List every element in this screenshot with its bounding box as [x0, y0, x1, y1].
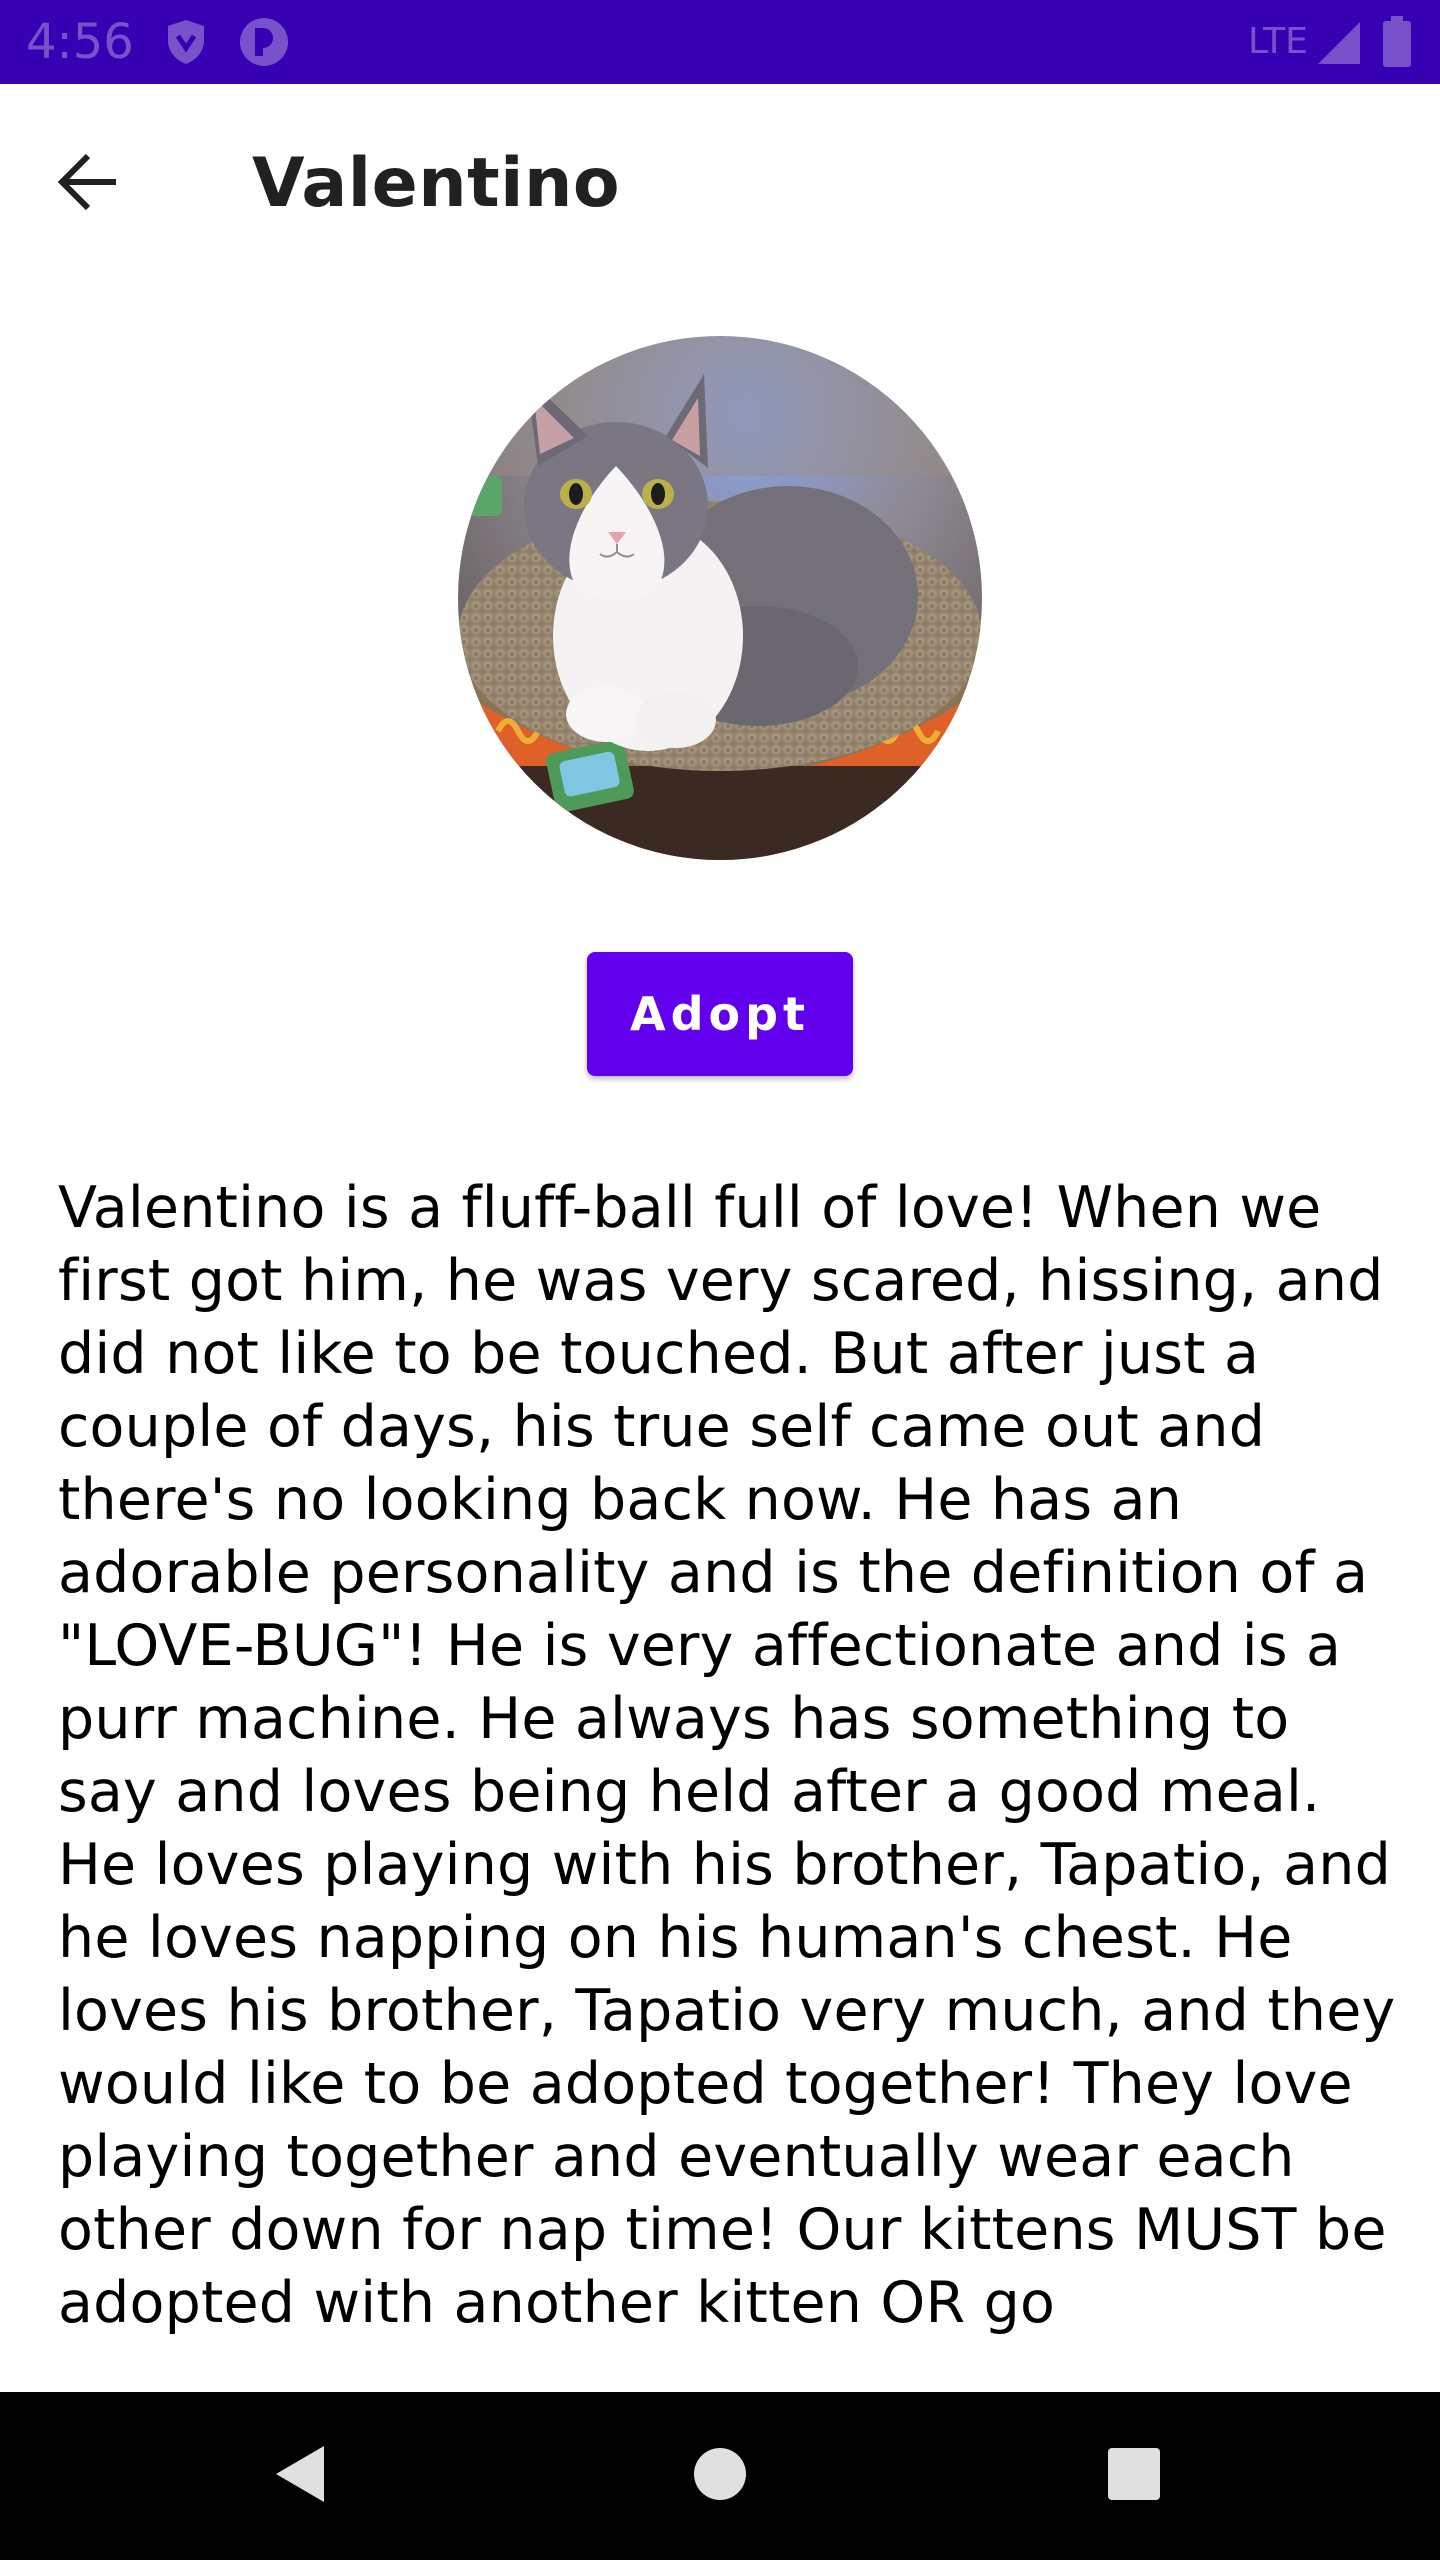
battery-icon [1382, 16, 1412, 73]
app-bar: Valentino [0, 84, 1440, 284]
shield-icon [164, 18, 208, 71]
pocket-icon [238, 16, 290, 73]
network-type-label: LTE [1248, 21, 1308, 62]
recents-square-icon [1107, 2447, 1161, 2506]
pet-photo [458, 336, 982, 860]
pet-description: Valentino is a fluff-ball full of love! … [58, 1175, 1396, 2334]
system-nav-bar [0, 2392, 1440, 2560]
nav-recents-button[interactable] [1084, 2426, 1184, 2526]
status-time: 4:56 [26, 14, 134, 70]
description-scroll-area[interactable]: Valentino is a fluff-ball full of love! … [58, 1172, 1398, 2334]
adopt-button[interactable]: Adopt [587, 952, 853, 1076]
arrow-back-icon [56, 150, 120, 219]
page-title: Valentino [252, 144, 621, 223]
nav-back-button[interactable] [250, 2426, 350, 2526]
back-triangle-icon [272, 2442, 328, 2511]
signal-icon [1316, 20, 1362, 71]
nav-home-button[interactable] [670, 2426, 770, 2526]
back-button[interactable] [40, 136, 136, 232]
home-circle-icon [692, 2446, 748, 2507]
status-bar: 4:56 LTE [0, 0, 1440, 84]
